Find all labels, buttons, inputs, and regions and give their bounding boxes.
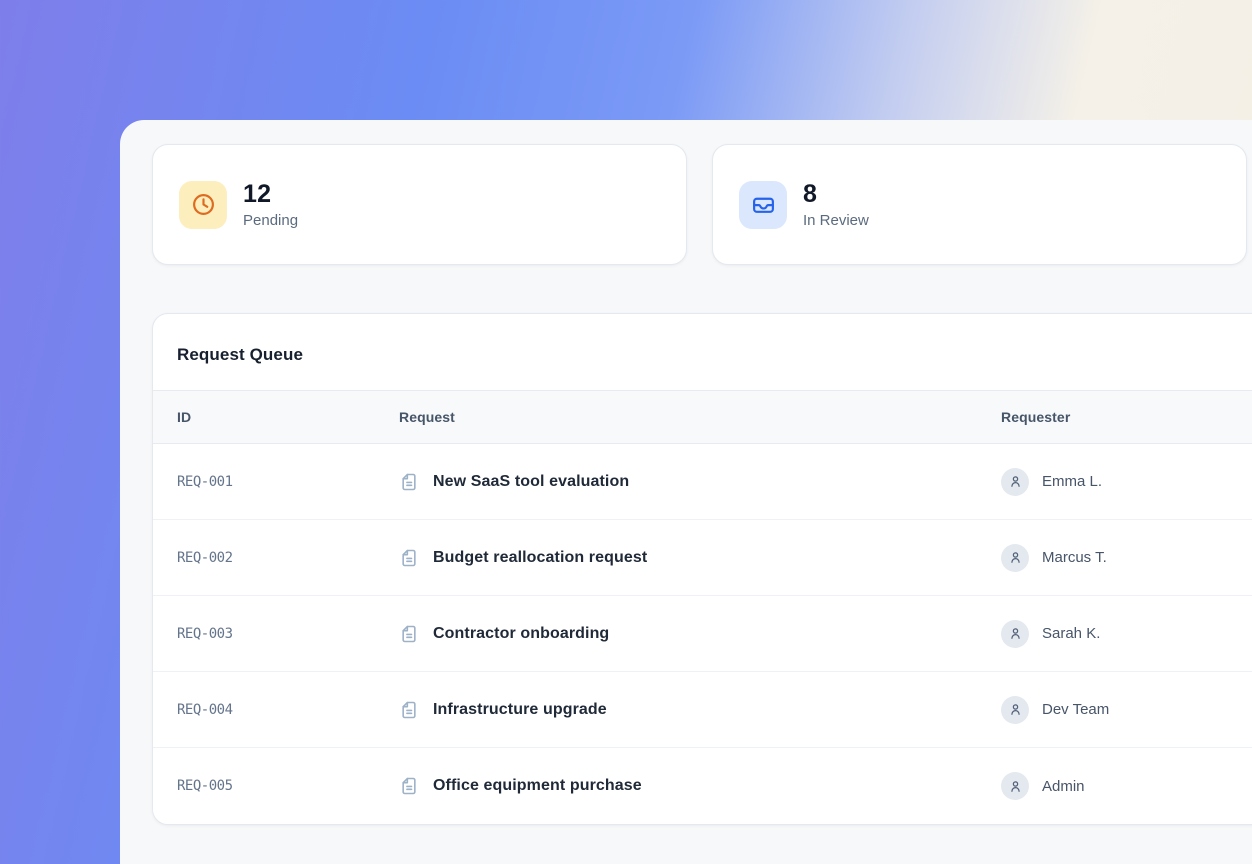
- request-queue-card: Request Queue ID Request Requester REQ-0…: [152, 313, 1252, 825]
- request-title: New SaaS tool evaluation: [433, 473, 629, 491]
- column-header-id: ID: [153, 409, 375, 425]
- document-icon: [399, 624, 419, 644]
- table-row[interactable]: REQ-002 Budget reallocation request Marc…: [153, 520, 1252, 596]
- inbox-icon: [739, 181, 787, 229]
- table-title: Request Queue: [153, 314, 1252, 390]
- table-row[interactable]: REQ-004 Infrastructure upgrade Dev Team: [153, 672, 1252, 748]
- request-id: REQ-004: [153, 702, 375, 718]
- stat-text: 8 In Review: [803, 180, 869, 229]
- avatar: [1001, 772, 1029, 800]
- request-id: REQ-002: [153, 550, 375, 566]
- table-row[interactable]: REQ-003 Contractor onboarding Sarah K.: [153, 596, 1252, 672]
- document-icon: [399, 472, 419, 492]
- clock-icon: [179, 181, 227, 229]
- stat-text: 12 Pending: [243, 180, 298, 229]
- request-id: REQ-003: [153, 626, 375, 642]
- requester-name: Emma L.: [1042, 473, 1102, 490]
- requester-name: Admin: [1042, 778, 1085, 795]
- request-cell: Budget reallocation request: [375, 548, 977, 568]
- request-title: Contractor onboarding: [433, 625, 609, 643]
- requester-cell: Marcus T.: [977, 544, 1252, 572]
- requester-name: Dev Team: [1042, 701, 1109, 718]
- request-id: REQ-005: [153, 778, 375, 794]
- stat-label-in-review: In Review: [803, 212, 869, 229]
- request-title: Office equipment purchase: [433, 777, 642, 795]
- document-icon: [399, 700, 419, 720]
- document-icon: [399, 776, 419, 796]
- table-header-row: ID Request Requester: [153, 390, 1252, 444]
- table-row[interactable]: REQ-005 Office equipment purchase Admin: [153, 748, 1252, 824]
- requester-cell: Emma L.: [977, 468, 1252, 496]
- request-cell: New SaaS tool evaluation: [375, 472, 977, 492]
- stat-card-pending[interactable]: 12 Pending: [152, 144, 687, 265]
- table-row[interactable]: REQ-001 New SaaS tool evaluation Emma L.: [153, 444, 1252, 520]
- request-id: REQ-001: [153, 474, 375, 490]
- request-title: Infrastructure upgrade: [433, 701, 607, 719]
- request-cell: Infrastructure upgrade: [375, 700, 977, 720]
- main-panel: 12 Pending 8 In Review Request Queue ID …: [120, 120, 1252, 864]
- request-title: Budget reallocation request: [433, 549, 647, 567]
- table-body: REQ-001 New SaaS tool evaluation Emma L.: [153, 444, 1252, 824]
- column-header-request: Request: [375, 409, 977, 425]
- column-header-requester: Requester: [977, 409, 1252, 425]
- avatar: [1001, 468, 1029, 496]
- avatar: [1001, 620, 1029, 648]
- stat-value-pending: 12: [243, 180, 298, 209]
- requester-cell: Sarah K.: [977, 620, 1252, 648]
- requester-cell: Dev Team: [977, 696, 1252, 724]
- stat-value-in-review: 8: [803, 180, 869, 209]
- stat-label-pending: Pending: [243, 212, 298, 229]
- avatar: [1001, 544, 1029, 572]
- stat-card-in-review[interactable]: 8 In Review: [712, 144, 1247, 265]
- avatar: [1001, 696, 1029, 724]
- requester-cell: Admin: [977, 772, 1252, 800]
- document-icon: [399, 548, 419, 568]
- requester-name: Sarah K.: [1042, 625, 1100, 642]
- request-cell: Office equipment purchase: [375, 776, 977, 796]
- stats-row: 12 Pending 8 In Review: [152, 144, 1252, 265]
- request-cell: Contractor onboarding: [375, 624, 977, 644]
- requester-name: Marcus T.: [1042, 549, 1107, 566]
